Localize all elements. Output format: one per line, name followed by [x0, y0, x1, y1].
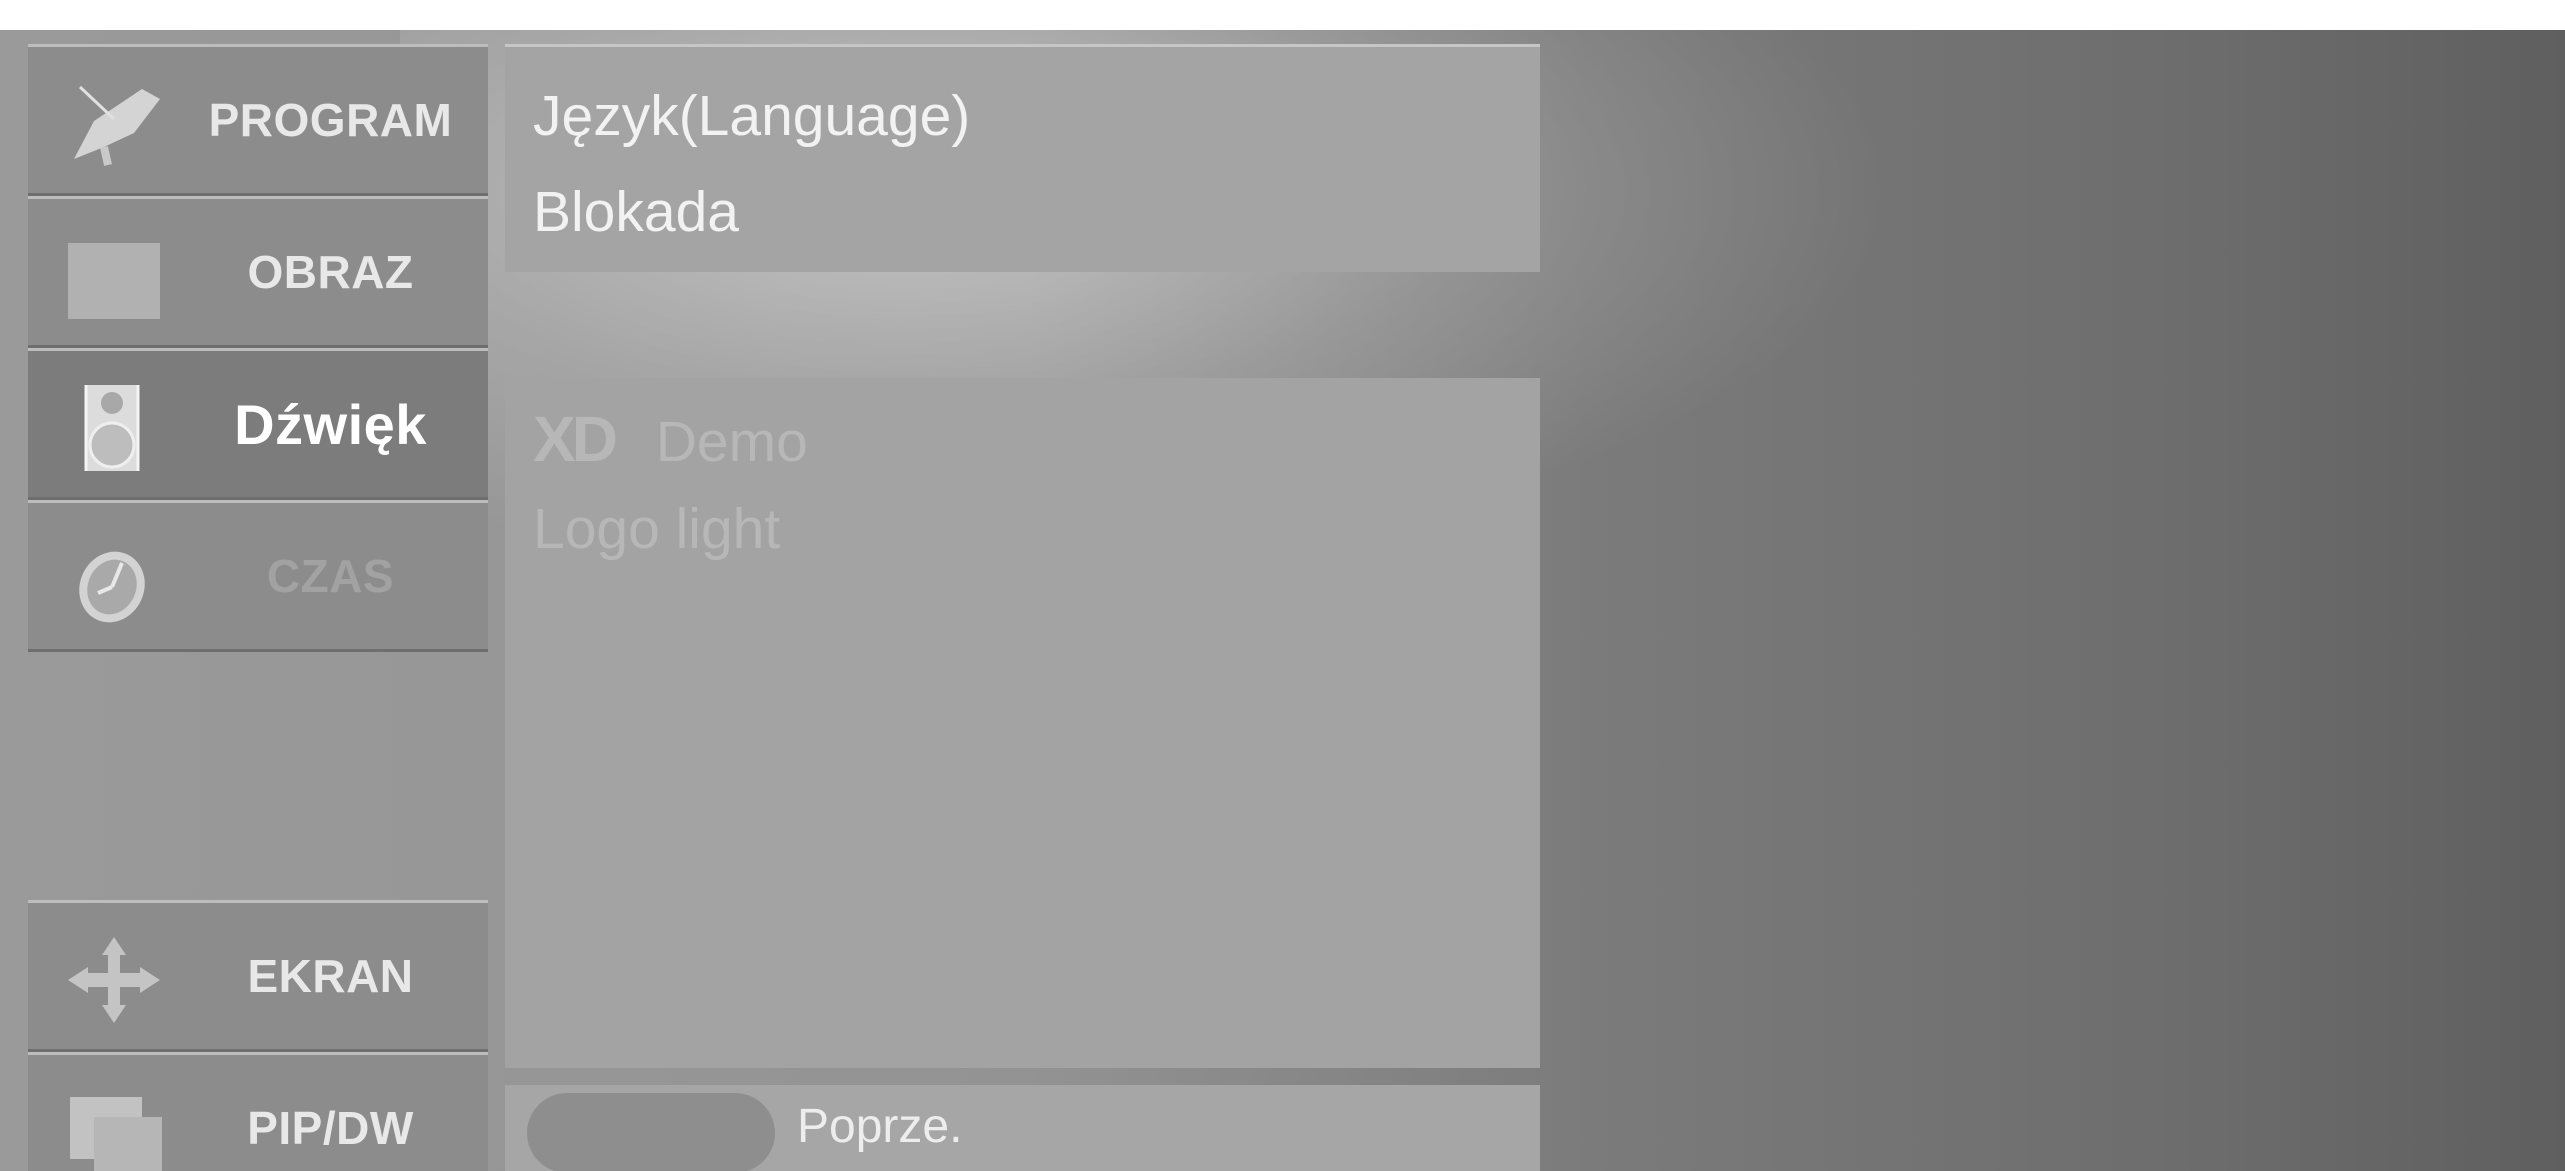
menu-item-blokada[interactable]: Blokada — [533, 179, 739, 245]
sidebar-item-pip[interactable]: PIP/DW — [28, 1052, 488, 1171]
xd-demo-label: Demo — [655, 410, 808, 474]
submenu-item-xd-demo[interactable]: XD Demo — [533, 402, 808, 476]
clock-icon — [64, 537, 164, 623]
sidebar-item-dzwiek[interactable]: Dźwięk — [28, 348, 488, 500]
sidebar-item-ekran[interactable]: EKRAN — [28, 900, 488, 1052]
menu-panel: Język(Language) Blokada — [505, 44, 1540, 272]
sidebar-item-label: EKRAN — [247, 950, 414, 1002]
sidebar-item-label: Dźwięk — [234, 392, 427, 456]
satellite-dish-icon — [64, 81, 164, 167]
pip-squares-icon — [64, 1089, 164, 1171]
previous-button-pill[interactable] — [527, 1093, 775, 1171]
sidebar-item-label: OBRAZ — [247, 246, 414, 298]
previous-label: Poprze. — [797, 1100, 963, 1153]
xd-logo: XD — [533, 403, 618, 475]
sidebar-item-obraz[interactable]: OBRAZ — [28, 196, 488, 348]
submenu-panel: XD Demo Logo light — [505, 378, 1540, 1068]
sidebar-item-label: PROGRAM — [208, 94, 453, 146]
submenu-item-logo-light[interactable]: Logo light — [533, 496, 780, 562]
help-bar: Poprze. — [505, 1085, 1540, 1171]
sidebar-item-czas[interactable]: CZAS — [28, 500, 488, 652]
sidebar-item-program[interactable]: PROGRAM — [28, 44, 488, 196]
picture-square-icon — [64, 233, 164, 319]
sidebar-item-label: PIP/DW — [247, 1102, 414, 1154]
move-arrows-icon — [64, 937, 164, 1023]
sidebar-item-label: CZAS — [266, 550, 395, 602]
tv-osd-screen: PROGRAM OBRAZ Dźwięk CZAS EKRAN PIP/DW J… — [0, 30, 2565, 1171]
speaker-icon — [64, 379, 164, 483]
menu-item-language[interactable]: Język(Language) — [533, 83, 970, 149]
